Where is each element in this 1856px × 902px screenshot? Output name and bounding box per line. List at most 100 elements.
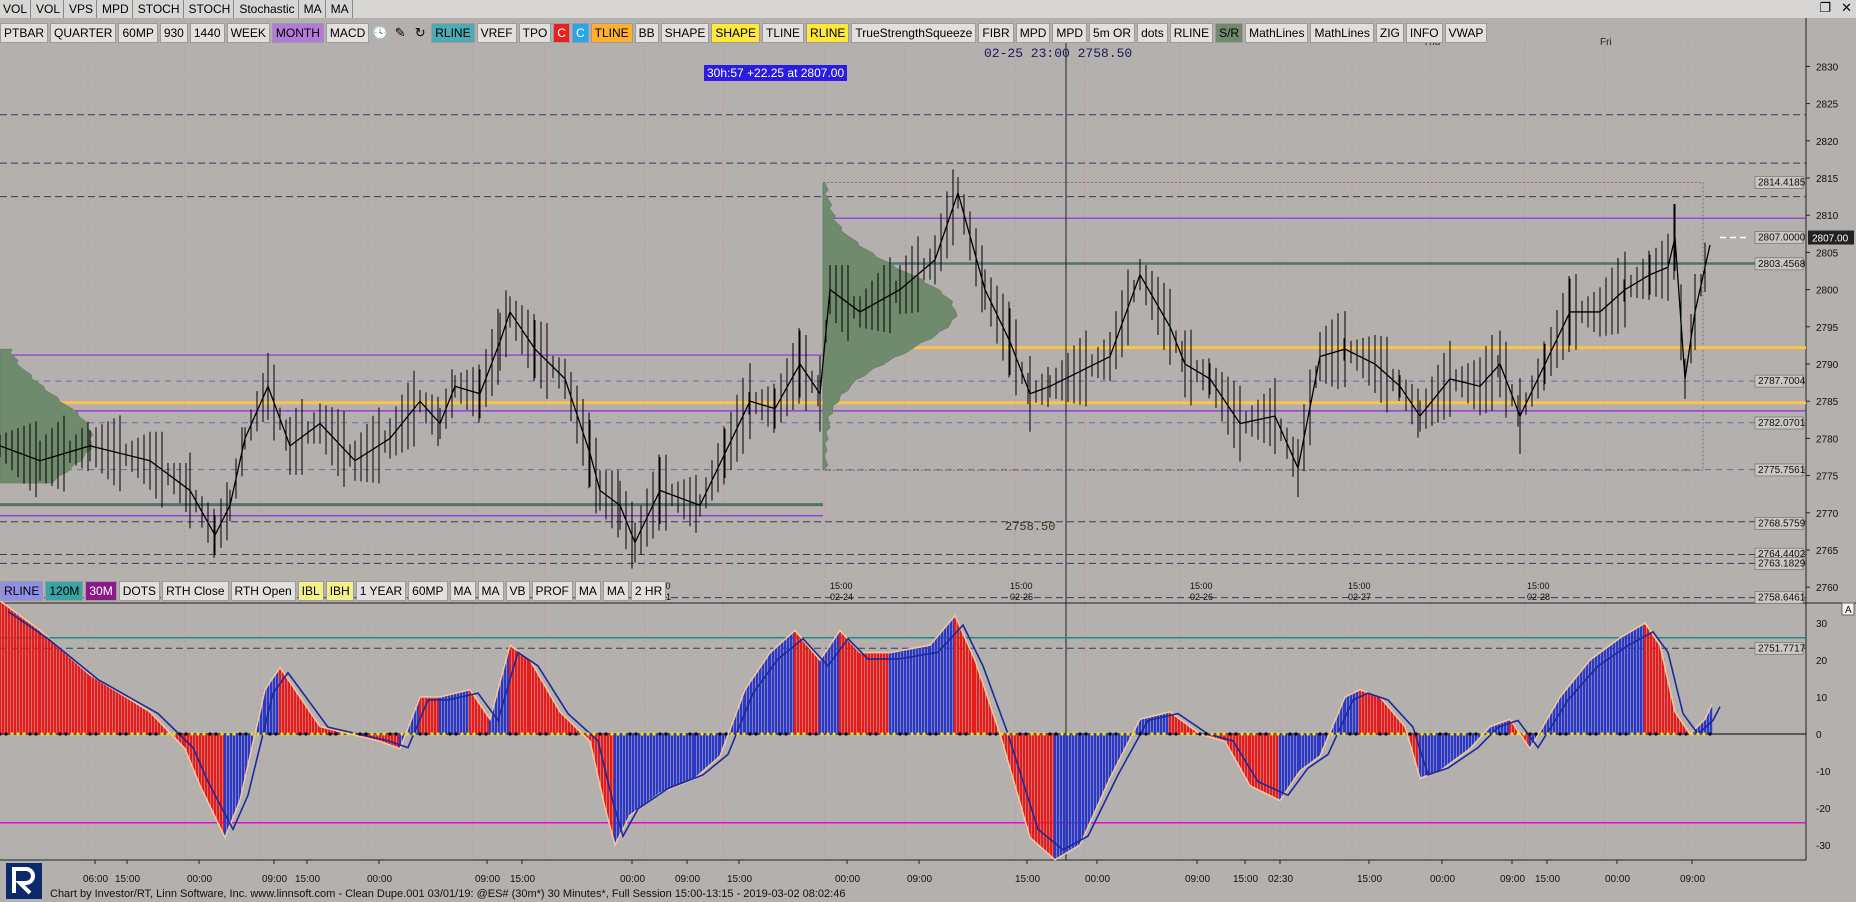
indicator-rth-close[interactable]: RTH Close bbox=[162, 581, 229, 601]
time-tick-label: 15:00 bbox=[1535, 874, 1560, 885]
indicator-60mp[interactable]: 60MP bbox=[408, 581, 448, 601]
indicator-vb[interactable]: VB bbox=[505, 581, 530, 601]
squeeze-dot bbox=[70, 732, 74, 736]
squeeze-dot bbox=[1198, 732, 1202, 736]
squeeze-dot bbox=[1156, 732, 1160, 736]
tool-bb[interactable]: BB bbox=[634, 23, 659, 43]
tool-macd[interactable]: MACD bbox=[325, 23, 370, 43]
tool-rline[interactable]: RLINE bbox=[806, 23, 850, 43]
clock-icon[interactable]: 🕓 bbox=[371, 24, 389, 42]
squeeze-dot bbox=[874, 732, 878, 736]
squeeze-dot bbox=[394, 732, 398, 736]
squeeze-dot bbox=[1618, 732, 1622, 736]
price-tick-label: 2830 bbox=[1816, 62, 1839, 73]
indicator-ma[interactable]: MA bbox=[477, 581, 504, 601]
tool-zig[interactable]: ZIG bbox=[1375, 23, 1404, 43]
tool-c[interactable]: C bbox=[553, 23, 570, 43]
squeeze-dot bbox=[688, 732, 692, 736]
squeeze-dot bbox=[550, 732, 554, 736]
tool-mpd[interactable]: MPD bbox=[1052, 23, 1088, 43]
squeeze-dot bbox=[1426, 732, 1430, 736]
squeeze-dot bbox=[532, 732, 536, 736]
squeeze-dot bbox=[1696, 732, 1700, 736]
tool-dots[interactable]: dots bbox=[1137, 23, 1168, 43]
squeeze-dot bbox=[310, 732, 314, 736]
squeeze-dot bbox=[184, 732, 188, 736]
indicator-1-year[interactable]: 1 YEAR bbox=[355, 581, 407, 601]
indicator-ma[interactable]: MA bbox=[574, 581, 601, 601]
tool-fibr[interactable]: FIBR bbox=[978, 23, 1014, 43]
squeeze-dot bbox=[490, 732, 494, 736]
squeeze-dot bbox=[130, 732, 134, 736]
tool-truestrengthsqueeze[interactable]: TrueStrengthSqueeze bbox=[851, 23, 977, 43]
squeeze-dot bbox=[1246, 732, 1250, 736]
squeeze-dot bbox=[1066, 732, 1070, 736]
tool-vref[interactable]: VREF bbox=[476, 23, 517, 43]
squeeze-dot bbox=[1552, 732, 1556, 736]
tool-mpd[interactable]: MPD bbox=[1015, 23, 1051, 43]
tool-1440[interactable]: 1440 bbox=[189, 23, 225, 43]
tool-c[interactable]: C bbox=[571, 23, 589, 43]
indicator-rline[interactable]: RLINE bbox=[0, 581, 44, 601]
tool-tpo[interactable]: TPO bbox=[518, 23, 552, 43]
info-badge: 30h:57 +22.25 at 2807.00 bbox=[704, 65, 848, 81]
time-tick-label: 00:00 bbox=[187, 874, 212, 885]
indicator-dots[interactable]: DOTS bbox=[118, 581, 161, 601]
tool-5m-or[interactable]: 5m OR bbox=[1089, 23, 1136, 43]
squeeze-dot bbox=[1258, 732, 1262, 736]
tool-tline[interactable]: TLINE bbox=[590, 23, 633, 43]
tool-mathlines[interactable]: MathLines bbox=[1310, 23, 1374, 43]
squeeze-dot bbox=[118, 732, 122, 736]
squeeze-dot bbox=[1342, 732, 1346, 736]
tool-930[interactable]: 930 bbox=[159, 23, 188, 43]
pencil-icon[interactable]: ✎ bbox=[391, 24, 409, 42]
squeeze-dot bbox=[706, 732, 710, 736]
refresh-icon[interactable]: ↻ bbox=[411, 24, 429, 42]
squeeze-dot bbox=[916, 732, 920, 736]
tool-s-r[interactable]: S/R bbox=[1215, 23, 1244, 43]
squeeze-dot bbox=[1078, 732, 1082, 736]
squeeze-dot bbox=[256, 732, 260, 736]
tool-60mp[interactable]: 60MP bbox=[118, 23, 158, 43]
tool-quarter[interactable]: QUARTER bbox=[50, 23, 117, 43]
indicator-rth-open[interactable]: RTH Open bbox=[230, 581, 296, 601]
low-marker-label: 2758.50 bbox=[1005, 520, 1055, 534]
tool-ptbar[interactable]: PTBAR bbox=[0, 23, 49, 43]
current-price-label: 2807.00 bbox=[1812, 234, 1849, 245]
tool-week[interactable]: WEEK bbox=[226, 23, 270, 43]
tool-rline[interactable]: RLINE bbox=[431, 23, 475, 43]
indicator-ibl[interactable]: IBL bbox=[297, 581, 324, 601]
squeeze-dot bbox=[1270, 732, 1274, 736]
price-level-label: 2768.5759 bbox=[1758, 518, 1806, 529]
squeeze-dot bbox=[1240, 732, 1244, 736]
squeeze-dot bbox=[1504, 732, 1508, 736]
squeeze-dot bbox=[1648, 732, 1652, 736]
squeeze-dot bbox=[772, 732, 776, 736]
squeeze-dot bbox=[970, 732, 974, 736]
tool-rline[interactable]: RLINE bbox=[1169, 23, 1214, 43]
tool-info[interactable]: INFO bbox=[1405, 23, 1443, 43]
squeeze-dot bbox=[694, 732, 698, 736]
tool-month[interactable]: MONTH bbox=[271, 23, 324, 43]
squeeze-dot bbox=[1462, 732, 1466, 736]
squeeze-dot bbox=[1636, 732, 1640, 736]
tool-tline[interactable]: TLINE bbox=[762, 23, 805, 43]
squeeze-dot bbox=[58, 732, 62, 736]
drawing-toolbar: PTBAR QUARTER 60MP 930 1440 WEEK MONTH MACD 🕓 ✎ ↻ R… bbox=[0, 21, 1488, 45]
time-tick-label: 09:00 bbox=[262, 874, 287, 885]
indicator-prof[interactable]: PROF bbox=[531, 581, 573, 601]
indicator-120m[interactable]: 120M bbox=[45, 581, 84, 601]
chart-canvas[interactable]: 2830 2825 2820 2815 2810 2805 2800 2795 2790 2785… bbox=[0, 0, 1856, 902]
tool-shape[interactable]: SHAPE bbox=[711, 23, 761, 43]
indicator-ma[interactable]: MA bbox=[449, 581, 476, 601]
squeeze-dot bbox=[1594, 732, 1598, 736]
price-level-label: 2751.7717 bbox=[1758, 643, 1806, 654]
indicator-ibh[interactable]: IBH bbox=[325, 581, 354, 601]
tool-vwap[interactable]: VWAP bbox=[1444, 23, 1488, 43]
tool-shape[interactable]: SHAPE bbox=[660, 23, 710, 43]
indicator-ma[interactable]: MA bbox=[602, 581, 629, 601]
tool-mathlines[interactable]: MathLines bbox=[1245, 23, 1309, 43]
indicator-2-hr[interactable]: 2 HR bbox=[630, 581, 667, 601]
indicator-30m[interactable]: 30M bbox=[85, 581, 117, 601]
squeeze-dot bbox=[142, 732, 146, 736]
